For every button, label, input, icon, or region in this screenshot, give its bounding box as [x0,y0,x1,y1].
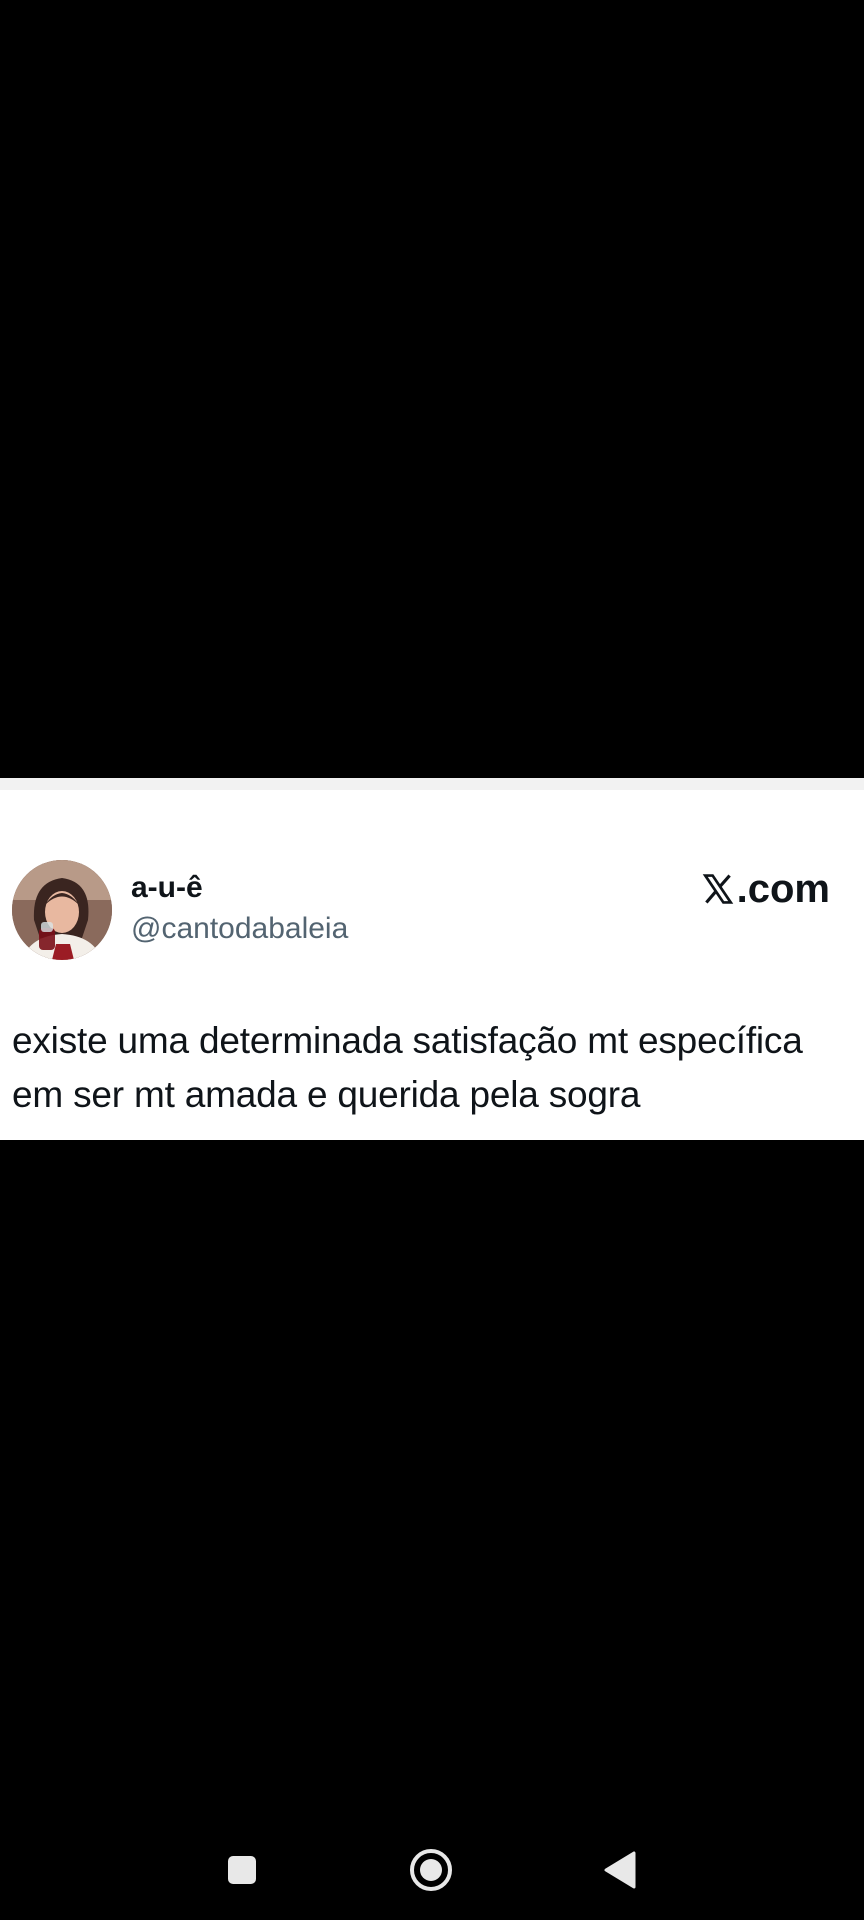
avatar[interactable] [12,860,112,960]
back-icon [604,1851,636,1889]
tweet-card[interactable]: a-u-ê @cantodabaleia .com existe uma det… [0,778,864,1140]
tweet-text: existe uma determinada satisfação mt esp… [12,1020,803,1115]
x-logo-icon [702,874,733,904]
home-button[interactable] [405,1844,457,1896]
navigation-bar [0,1820,864,1920]
home-icon [410,1849,452,1891]
avatar-image [12,860,112,960]
recent-apps-icon [228,1856,256,1884]
x-com-brand: .com [701,865,830,913]
brand-text: .com [736,867,830,911]
back-button[interactable] [594,1844,646,1896]
user-handle[interactable]: @cantodabaleia [131,911,348,947]
display-name[interactable]: a-u-ê [131,870,203,906]
recent-apps-button[interactable] [216,1844,268,1896]
